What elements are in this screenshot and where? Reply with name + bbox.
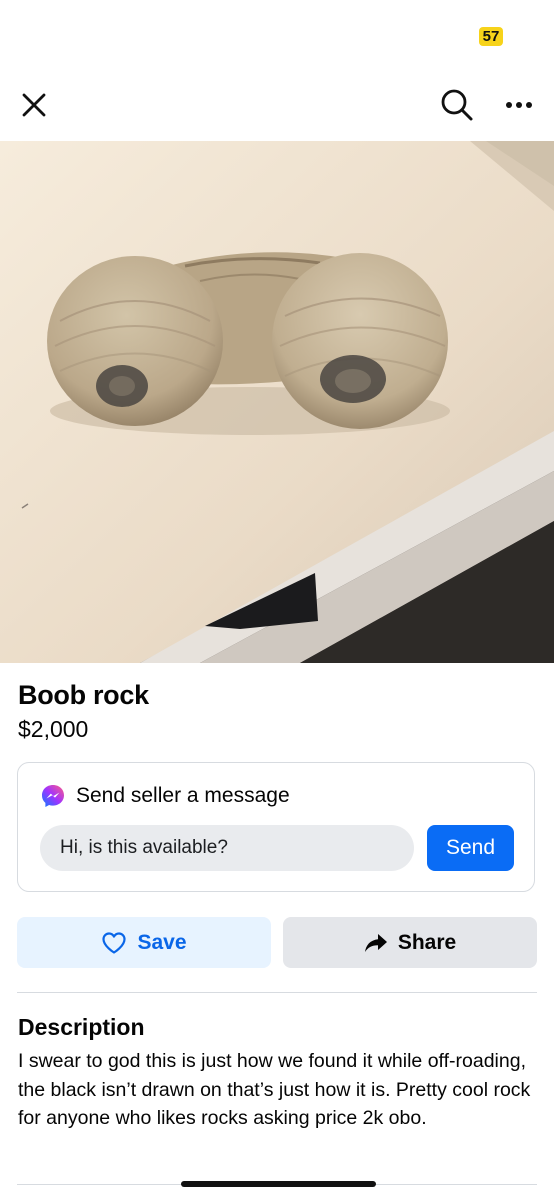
more-options-icon [506, 102, 532, 108]
heart-icon [102, 931, 127, 954]
description-heading: Description [18, 1014, 145, 1040]
message-card-header: Send seller a message [40, 783, 290, 809]
message-card-title: Send seller a message [76, 784, 290, 807]
search-icon [441, 89, 473, 121]
home-indicator[interactable] [181, 1181, 376, 1187]
description-text: I swear to god this is just how we found… [18, 1050, 531, 1129]
save-button[interactable]: Save [17, 917, 271, 968]
more-options-button[interactable] [496, 82, 542, 128]
share-arrow-icon [364, 933, 387, 952]
send-message-card: Send seller a message Hi, is this availa… [17, 762, 535, 892]
share-button-label: Share [397, 930, 457, 954]
listing-photo-image [0, 141, 554, 663]
listing-title: Boob rock [18, 680, 149, 710]
status-bar: 57 [0, 0, 554, 70]
listing-price: $2,000 [18, 716, 89, 742]
close-icon [22, 93, 46, 117]
share-button[interactable]: Share [283, 917, 537, 968]
section-divider [17, 992, 537, 993]
top-nav-bar [0, 72, 554, 136]
send-button[interactable]: Send [427, 825, 514, 871]
battery-indicator: 57 [479, 27, 503, 46]
save-button-label: Save [137, 930, 187, 954]
messenger-icon [42, 785, 64, 807]
search-button[interactable] [434, 82, 480, 128]
listing-photo[interactable] [0, 141, 554, 663]
close-button[interactable] [11, 82, 57, 128]
message-input[interactable]: Hi, is this available? [40, 825, 414, 871]
